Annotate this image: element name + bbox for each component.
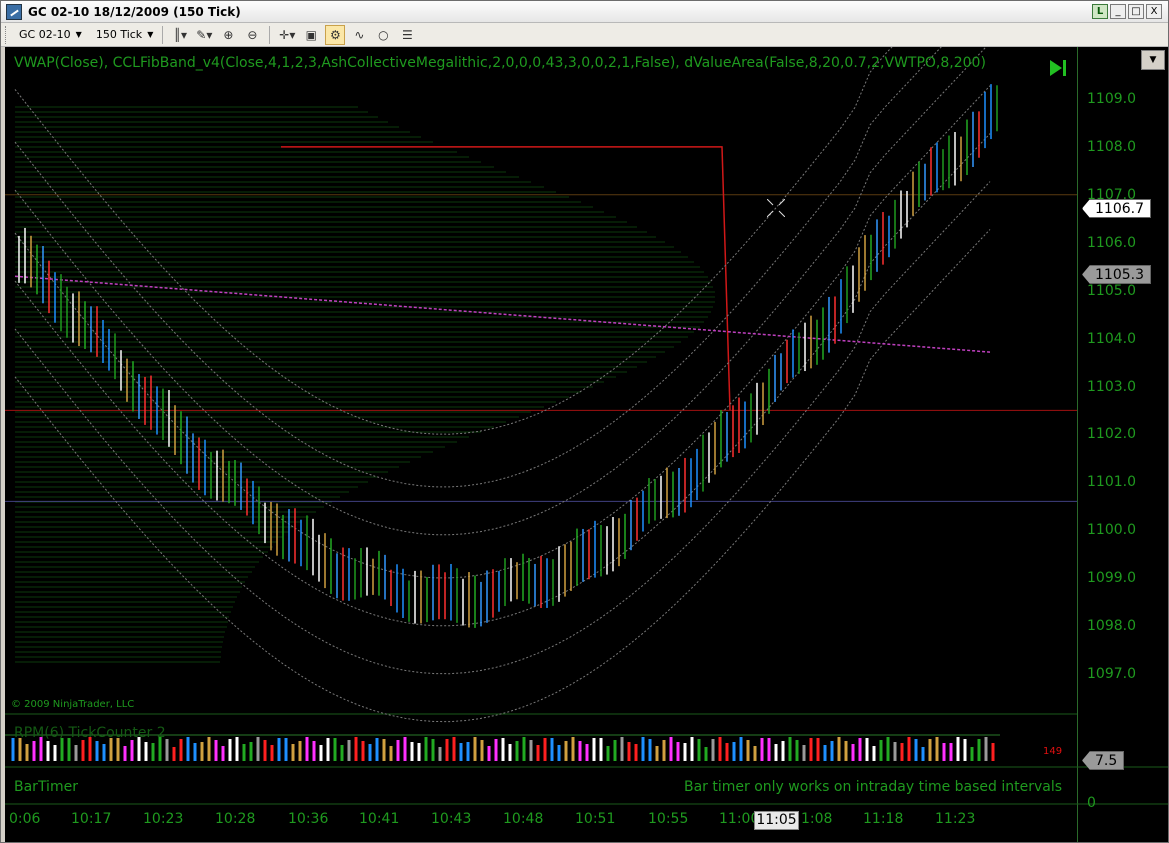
price-tick-label: 1100.0 [1087, 522, 1136, 538]
indicator-icon[interactable]: ∿ [349, 25, 369, 45]
toolbar-separator [162, 25, 164, 44]
minimize-button[interactable]: _ [1110, 4, 1126, 19]
chevron-down-icon: ▼ [75, 30, 82, 39]
time-tick-label: 0:06 [9, 811, 41, 827]
properties-icon[interactable]: ☰ [397, 25, 417, 45]
copyright-text: © 2009 NinjaTrader, LLC [11, 699, 135, 710]
indicator-label: VWAP(Close), CCLFibBand_v4(Close,4,1,2,3… [14, 55, 986, 71]
instrument-value: GC 02-10 [19, 28, 71, 41]
crosshair-cursor-icon [767, 199, 785, 217]
window-title: GC 02-10 18/12/2009 (150 Tick) [28, 4, 241, 19]
bartimer-label: BarTimer [14, 779, 78, 795]
vwap-line [14, 275, 991, 353]
price-tick-label: 1102.0 [1087, 426, 1136, 442]
chart-canvas[interactable] [5, 47, 1168, 842]
chart-window: GC 02-10 18/12/2009 (150 Tick) L _ □ X G… [0, 0, 1169, 843]
price-tick-label: 1108.0 [1087, 139, 1136, 155]
window-controls: L _ □ X [1092, 4, 1162, 19]
red-step-line [281, 146, 731, 411]
close-button[interactable]: X [1146, 4, 1162, 19]
price-tick-label: 1098.0 [1087, 618, 1136, 634]
price-tick-label: 1105.0 [1087, 283, 1136, 299]
time-tick-label: 10:17 [71, 811, 112, 827]
time-tick-label: 10:41 [359, 811, 400, 827]
price-tick-label: 1109.0 [1087, 91, 1136, 107]
zoom-out-icon[interactable]: ⊖ [242, 25, 262, 45]
play-icon[interactable] [1048, 58, 1068, 78]
chart-toolbar: GC 02-10 ▼ 150 Tick ▼ ║▾ ✎▾ ⊕ ⊖ ✛▾ ▣ ⚙ ∿… [1, 23, 1168, 47]
time-tick-label: 10:51 [575, 811, 616, 827]
time-tick-label: 1:08 [801, 811, 833, 827]
chevron-down-icon[interactable]: ▼ [1141, 50, 1165, 70]
interval-value: 150 Tick [95, 28, 143, 41]
instrument-selector[interactable]: GC 02-10 ▼ [15, 25, 86, 45]
draw-pencil-icon[interactable]: ✎▾ [194, 25, 214, 45]
interval-selector[interactable]: 150 Tick ▼ [92, 25, 158, 45]
bartimer-axis-zero: 0 [1087, 795, 1096, 811]
time-tick-label: 10:48 [503, 811, 544, 827]
crosshair-icon[interactable]: ✛▾ [277, 25, 297, 45]
tick-counter-value: 149 [1043, 746, 1063, 757]
price-tick-label: 1099.0 [1087, 570, 1136, 586]
data-box-icon[interactable]: ▣ [301, 25, 321, 45]
time-cursor-label: 11:05 [754, 811, 799, 830]
title-bar: GC 02-10 18/12/2009 (150 Tick) L _ □ X [1, 1, 1168, 23]
bartimer-message: Bar timer only works on intraday time ba… [684, 779, 1063, 795]
time-tick-label: 10:55 [648, 811, 689, 827]
circle-icon[interactable]: ○ [373, 25, 393, 45]
fib-band-line [14, 229, 991, 723]
chevron-down-icon: ▼ [147, 30, 154, 39]
price-tick-label: 1103.0 [1087, 379, 1136, 395]
link-button[interactable]: L [1092, 4, 1108, 19]
last-price-tag: 1105.3 [1082, 265, 1151, 284]
time-tick-label: 10:43 [431, 811, 472, 827]
strategy-icon[interactable]: ⚙ [325, 24, 346, 45]
time-tick-label: 11:18 [863, 811, 904, 827]
maximize-button[interactable]: □ [1128, 4, 1144, 19]
zoom-in-icon[interactable]: ⊕ [218, 25, 238, 45]
price-tick-label: 1106.0 [1087, 235, 1136, 251]
price-marker-tag: 1106.7 [1082, 199, 1151, 218]
fib-band-line [14, 47, 893, 435]
price-tick-label: 1101.0 [1087, 474, 1136, 490]
ninjatrader-app-icon [6, 3, 22, 20]
price-tick-label: 1104.0 [1087, 331, 1136, 347]
rpm-indicator-label: RPM(6) TickCounter 2 [14, 725, 166, 741]
bar-type-icon[interactable]: ║▾ [170, 25, 190, 45]
toolbar-separator [269, 25, 271, 44]
time-tick-label: 10:23 [143, 811, 184, 827]
time-tick-label: 10:36 [288, 811, 329, 827]
fib-band-line [14, 181, 991, 675]
toolbar-grip[interactable] [5, 25, 9, 44]
time-tick-label: 10:28 [215, 811, 256, 827]
time-tick-label: 11:23 [935, 811, 976, 827]
rpm-axis-tag: 7.5 [1082, 751, 1125, 770]
price-tick-label: 1097.0 [1087, 666, 1136, 682]
